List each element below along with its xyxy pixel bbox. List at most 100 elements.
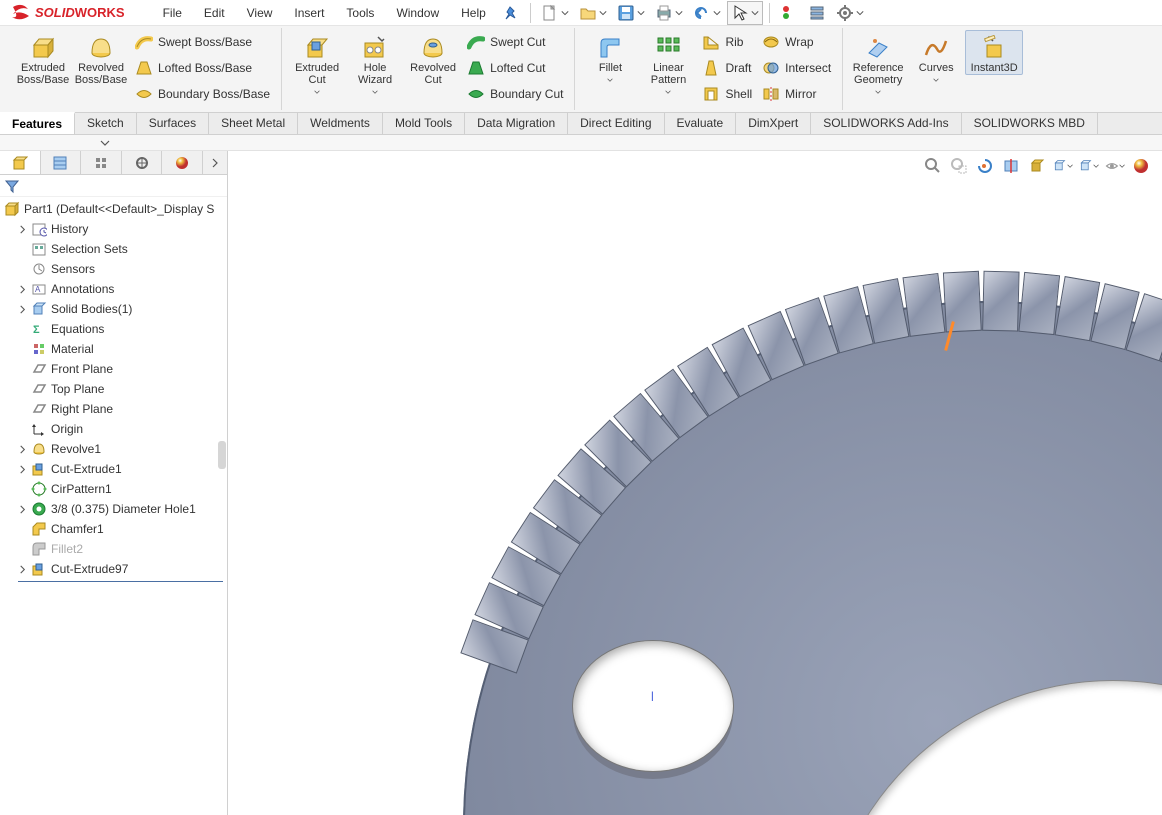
doc-flyout-icon[interactable] [100,138,110,148]
edit-appearance-button[interactable] [1104,155,1126,177]
options-button[interactable] [804,1,830,25]
reference-geometry-button[interactable]: Reference Geometry [849,30,907,96]
menu-tools[interactable]: Tools [336,3,384,23]
zoom-fit-button[interactable] [922,155,944,177]
tree-item-label: Solid Bodies(1) [51,302,132,316]
tree-item-icon [31,261,47,277]
print-button[interactable] [651,1,687,25]
tree-item-label: Selection Sets [51,242,128,256]
open-button[interactable] [575,1,611,25]
extruded-cut-button[interactable]: Extruded Cut [288,30,346,96]
boundary-boss-button[interactable]: Boundary Boss/Base [130,82,275,106]
tab-addins[interactable]: SOLIDWORKS Add-Ins [811,113,961,134]
tree-item[interactable]: Top Plane [0,379,227,399]
side-tab-dimxpert[interactable] [122,151,163,174]
tab-sheet-metal[interactable]: Sheet Metal [209,113,298,134]
tree-item[interactable]: Equations [0,319,227,339]
instant3d-button[interactable]: Instant3D [965,30,1023,75]
tree-item-label: Origin [51,422,83,436]
wrap-button[interactable]: Wrap [757,30,836,54]
tree-item[interactable]: Front Plane [0,359,227,379]
view-orientation-button[interactable] [1026,155,1048,177]
document-tab-strip [0,135,1162,151]
linear-pattern-button[interactable]: Linear Pattern [639,30,697,96]
rib-button[interactable]: Rib [697,30,757,54]
tab-surfaces[interactable]: Surfaces [137,113,209,134]
lofted-boss-button[interactable]: Lofted Boss/Base [130,56,275,80]
fillet-button[interactable]: Fillet [581,30,639,84]
menu-edit[interactable]: Edit [194,3,235,23]
intersect-button[interactable]: Intersect [757,56,836,80]
apply-scene-button[interactable] [1130,155,1152,177]
tree-item-icon [31,281,47,297]
filter-icon[interactable] [4,178,20,194]
tab-mbd[interactable]: SOLIDWORKS MBD [962,113,1098,134]
tree-item[interactable]: Origin [0,419,227,439]
ribbon: Extruded Boss/Base Revolved Boss/Base Sw… [0,26,1162,135]
undo-button[interactable] [689,1,725,25]
tab-data-migration[interactable]: Data Migration [465,113,568,134]
revolved-boss-button[interactable]: Revolved Boss/Base [72,30,130,87]
tree-item[interactable]: Sensors [0,259,227,279]
side-tab-property[interactable] [41,151,82,174]
menu-insert[interactable]: Insert [284,3,334,23]
tree-item[interactable]: 3/8 (0.375) Diameter Hole1 [0,499,227,519]
zoom-area-button[interactable] [948,155,970,177]
save-button[interactable] [613,1,649,25]
tree-item[interactable]: Material [0,339,227,359]
tree-item[interactable]: CirPattern1 [0,479,227,499]
tab-mold-tools[interactable]: Mold Tools [383,113,465,134]
swept-boss-button[interactable]: Swept Boss/Base [130,30,275,54]
hide-show-button[interactable] [1078,155,1100,177]
menu-view[interactable]: View [237,3,283,23]
swept-cut-button[interactable]: Swept Cut [462,30,568,54]
menu-window[interactable]: Window [386,3,449,23]
rebuild-light-button[interactable] [776,1,802,25]
boundary-cut-button[interactable]: Boundary Cut [462,82,568,106]
tree-item[interactable]: Selection Sets [0,239,227,259]
graphics-view[interactable]: | | [228,151,1162,815]
extruded-boss-button[interactable]: Extruded Boss/Base [14,30,72,87]
model-gear-body: | | [463,301,1162,815]
select-button[interactable] [727,1,763,25]
draft-button[interactable]: Draft [697,56,757,80]
section-view-button[interactable] [1000,155,1022,177]
side-tab-config[interactable] [81,151,122,174]
tree-item[interactable]: Chamfer1 [0,519,227,539]
tab-features[interactable]: Features [0,112,75,134]
tree-item-icon [31,541,47,557]
tab-sketch[interactable]: Sketch [75,113,137,134]
tab-dimxpert[interactable]: DimXpert [736,113,811,134]
previous-view-button[interactable] [974,155,996,177]
tree-item[interactable]: Cut-Extrude97 [0,559,227,579]
tree-root[interactable]: Part1 (Default<<Default>_Display S [0,199,227,219]
tree-item[interactable]: History [0,219,227,239]
display-style-button[interactable] [1052,155,1074,177]
tab-evaluate[interactable]: Evaluate [665,113,737,134]
shell-button[interactable]: Shell [697,82,757,106]
revolved-cut-button[interactable]: Revolved Cut [404,30,462,87]
tree-item[interactable]: Revolve1 [0,439,227,459]
menu-file[interactable]: File [153,3,192,23]
new-button[interactable] [537,1,573,25]
tree-item-icon [31,501,47,517]
menu-help[interactable]: Help [451,3,496,23]
panel-scroll-handle[interactable] [218,441,226,469]
side-tab-feature-tree[interactable] [0,151,41,174]
side-tab-expand[interactable] [203,151,227,174]
tree-item[interactable]: Solid Bodies(1) [0,299,227,319]
settings-button[interactable] [832,1,868,25]
tree-item[interactable]: Right Plane [0,399,227,419]
tree-item[interactable]: Cut-Extrude1 [0,459,227,479]
tab-direct-editing[interactable]: Direct Editing [568,113,664,134]
side-tab-appearance[interactable] [162,151,203,174]
mirror-button[interactable]: Mirror [757,82,836,106]
pin-icon[interactable] [504,6,518,20]
tree-item[interactable]: Annotations [0,279,227,299]
tree-item-icon [31,401,47,417]
curves-button[interactable]: Curves [907,30,965,84]
tab-weldments[interactable]: Weldments [298,113,383,134]
tree-item[interactable]: Fillet2 [0,539,227,559]
lofted-cut-button[interactable]: Lofted Cut [462,56,568,80]
hole-wizard-button[interactable]: Hole Wizard [346,30,404,96]
